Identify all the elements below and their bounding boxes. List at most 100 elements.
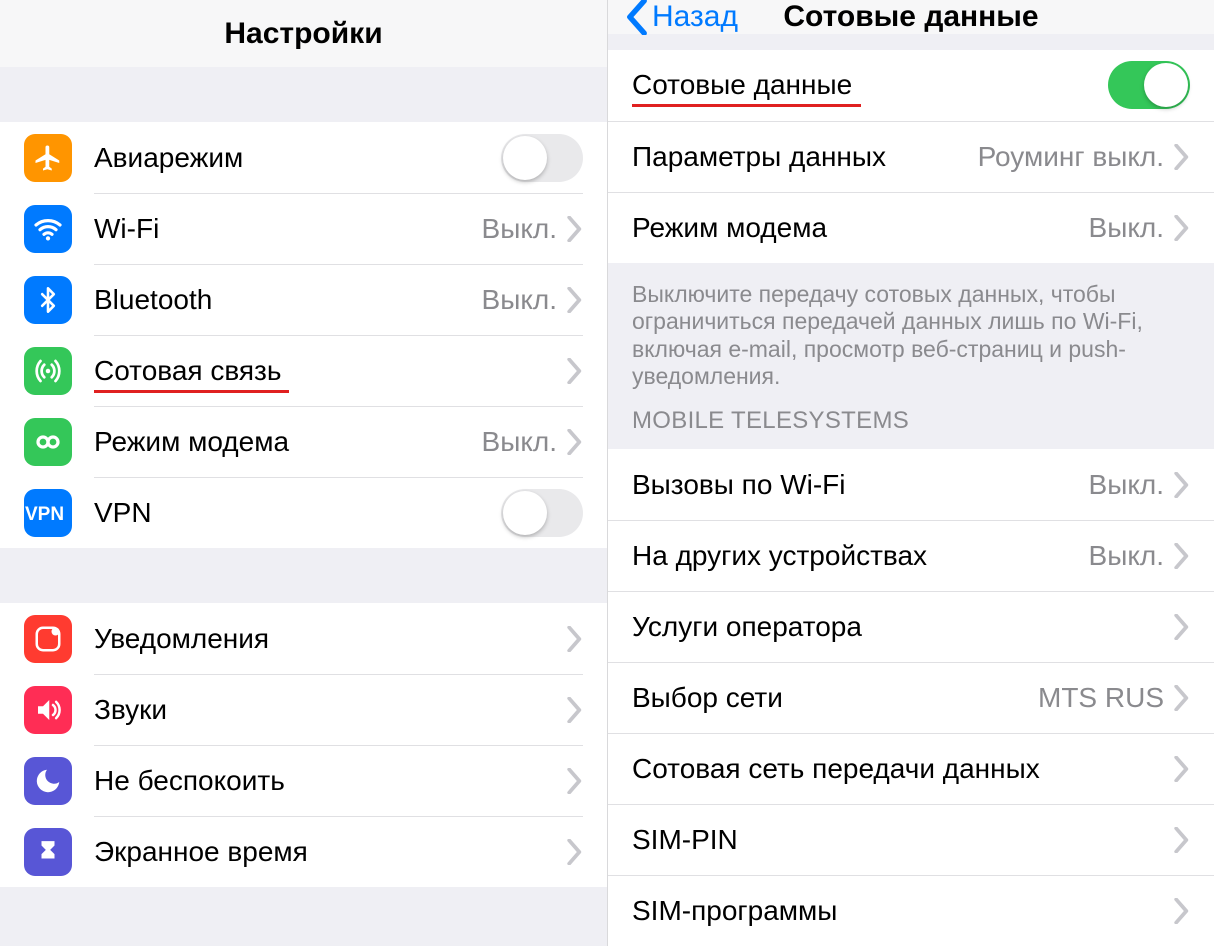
row-label: Сотовая связь bbox=[94, 355, 567, 387]
airplane-icon bbox=[24, 134, 72, 182]
back-button[interactable]: Назад bbox=[626, 0, 738, 34]
row-inner: BluetoothВыкл. bbox=[94, 264, 583, 335]
row-status: Роуминг выкл. bbox=[978, 141, 1164, 173]
toggle-knob bbox=[503, 136, 547, 180]
toggle-knob bbox=[503, 491, 547, 535]
svg-text:VPN: VPN bbox=[25, 504, 64, 525]
row-status: Выкл. bbox=[1089, 469, 1164, 501]
row-inner: Не беспокоить bbox=[94, 745, 583, 816]
row-status: Выкл. bbox=[482, 426, 557, 458]
row-inner: Авиарежим bbox=[94, 122, 583, 193]
row-label: Сотовые данные bbox=[632, 69, 1108, 101]
cellular-row-3[interactable]: Выбор сетиMTS RUS bbox=[608, 662, 1214, 733]
settings-row-hotspot[interactable]: Режим модемаВыкл. bbox=[0, 406, 607, 477]
hotspot-icon bbox=[24, 418, 72, 466]
spacer bbox=[608, 34, 1214, 50]
settings-row-hourglass[interactable]: Экранное время bbox=[0, 816, 607, 887]
row-inner: Режим модемаВыкл. bbox=[94, 406, 583, 477]
row-label: SIM-PIN bbox=[632, 824, 1174, 856]
row-label: Авиарежим bbox=[94, 142, 501, 174]
row-label: Параметры данных bbox=[632, 141, 978, 173]
chevron-left-icon bbox=[626, 0, 648, 35]
cellular-row-4[interactable]: Сотовая сеть передачи данных bbox=[608, 733, 1214, 804]
wifi-icon bbox=[24, 205, 72, 253]
row-label: Уведомления bbox=[94, 623, 567, 655]
airplane-toggle[interactable] bbox=[501, 134, 583, 182]
row-label: Режим модема bbox=[94, 426, 482, 458]
settings-row-dnd[interactable]: Не беспокоить bbox=[0, 745, 607, 816]
cellular-row-1[interactable]: На других устройствахВыкл. bbox=[608, 520, 1214, 591]
chevron-right-icon bbox=[567, 768, 583, 794]
row-label: Режим модема bbox=[632, 212, 1089, 244]
settings-row-airplane[interactable]: Авиарежим bbox=[0, 122, 607, 193]
cellular-row-2[interactable]: Режим модемаВыкл. bbox=[608, 192, 1214, 263]
row-status: Выкл. bbox=[1089, 212, 1164, 244]
spacer bbox=[0, 67, 607, 122]
cellular-row-0[interactable]: Вызовы по Wi-FiВыкл. bbox=[608, 449, 1214, 520]
row-label: Bluetooth bbox=[94, 284, 482, 316]
cellular-row-6[interactable]: SIM-программы bbox=[608, 875, 1214, 946]
settings-row-wifi[interactable]: Wi-FiВыкл. bbox=[0, 193, 607, 264]
row-label: Услуги оператора bbox=[632, 611, 1174, 643]
cellular-pane: Назад Сотовые данные Сотовые данные Парам… bbox=[607, 0, 1214, 946]
chevron-right-icon bbox=[567, 216, 583, 242]
chevron-right-icon bbox=[1174, 756, 1190, 782]
cellular-row-5[interactable]: SIM-PIN bbox=[608, 804, 1214, 875]
row-inner: VPN bbox=[94, 477, 583, 548]
row-status: Выкл. bbox=[482, 284, 557, 316]
chevron-right-icon bbox=[1174, 614, 1190, 640]
settings-title: Настройки bbox=[224, 17, 382, 51]
chevron-right-icon bbox=[567, 839, 583, 865]
row-label: SIM-программы bbox=[632, 895, 1174, 927]
row-label: VPN bbox=[94, 497, 501, 529]
cellular-0-toggle[interactable] bbox=[1108, 61, 1190, 109]
chevron-right-icon bbox=[567, 287, 583, 313]
row-label: Вызовы по Wi-Fi bbox=[632, 469, 1089, 501]
antenna-icon bbox=[24, 347, 72, 395]
hourglass-icon bbox=[24, 828, 72, 876]
row-label: Сотовая сеть передачи данных bbox=[632, 753, 1174, 785]
spacer bbox=[0, 548, 607, 603]
chevron-right-icon bbox=[1174, 898, 1190, 924]
chevron-right-icon bbox=[1174, 215, 1190, 241]
row-label: Не беспокоить bbox=[94, 765, 567, 797]
settings-row-notif[interactable]: Уведомления bbox=[0, 603, 607, 674]
chevron-right-icon bbox=[567, 697, 583, 723]
bluetooth-icon bbox=[24, 276, 72, 324]
row-label: Выбор сети bbox=[632, 682, 1038, 714]
chevron-right-icon bbox=[1174, 543, 1190, 569]
cellular-row-2[interactable]: Услуги оператора bbox=[608, 591, 1214, 662]
cellular-row-0[interactable]: Сотовые данные bbox=[608, 50, 1214, 121]
cellular-row-1[interactable]: Параметры данныхРоуминг выкл. bbox=[608, 121, 1214, 192]
row-label: Экранное время bbox=[94, 836, 567, 868]
row-status: MTS RUS bbox=[1038, 682, 1164, 714]
vpn-toggle[interactable] bbox=[501, 489, 583, 537]
settings-row-bluetooth[interactable]: BluetoothВыкл. bbox=[0, 264, 607, 335]
settings-group-1: АвиарежимWi-FiВыкл.BluetoothВыкл.Сотовая… bbox=[0, 122, 607, 548]
row-inner: Сотовая связь bbox=[94, 335, 583, 406]
settings-row-sound[interactable]: Звуки bbox=[0, 674, 607, 745]
cellular-group-2: Вызовы по Wi-FiВыкл.На других устройства… bbox=[608, 449, 1214, 946]
row-inner: Экранное время bbox=[94, 816, 583, 887]
dnd-icon bbox=[24, 757, 72, 805]
row-inner: Wi-FiВыкл. bbox=[94, 193, 583, 264]
row-status: Выкл. bbox=[482, 213, 557, 245]
row-label: Звуки bbox=[94, 694, 567, 726]
row-status: Выкл. bbox=[1089, 540, 1164, 572]
settings-row-vpn[interactable]: VPN VPN bbox=[0, 477, 607, 548]
chevron-right-icon bbox=[1174, 144, 1190, 170]
settings-group-2: Уведомления Звуки Не беспокоить Экранное вр… bbox=[0, 603, 607, 887]
chevron-right-icon bbox=[1174, 685, 1190, 711]
chevron-right-icon bbox=[1174, 827, 1190, 853]
chevron-right-icon bbox=[567, 429, 583, 455]
row-label: Wi-Fi bbox=[94, 213, 482, 245]
sound-icon bbox=[24, 686, 72, 734]
cellular-group-1: Сотовые данные Параметры данныхРоуминг вы… bbox=[608, 50, 1214, 263]
settings-header: Настройки bbox=[0, 0, 607, 67]
row-inner: Уведомления bbox=[94, 603, 583, 674]
carrier-header: MOBILE TELESYSTEMS bbox=[608, 401, 1214, 449]
row-label: На других устройствах bbox=[632, 540, 1089, 572]
chevron-right-icon bbox=[567, 626, 583, 652]
row-inner: Звуки bbox=[94, 674, 583, 745]
settings-row-antenna[interactable]: Сотовая связь bbox=[0, 335, 607, 406]
